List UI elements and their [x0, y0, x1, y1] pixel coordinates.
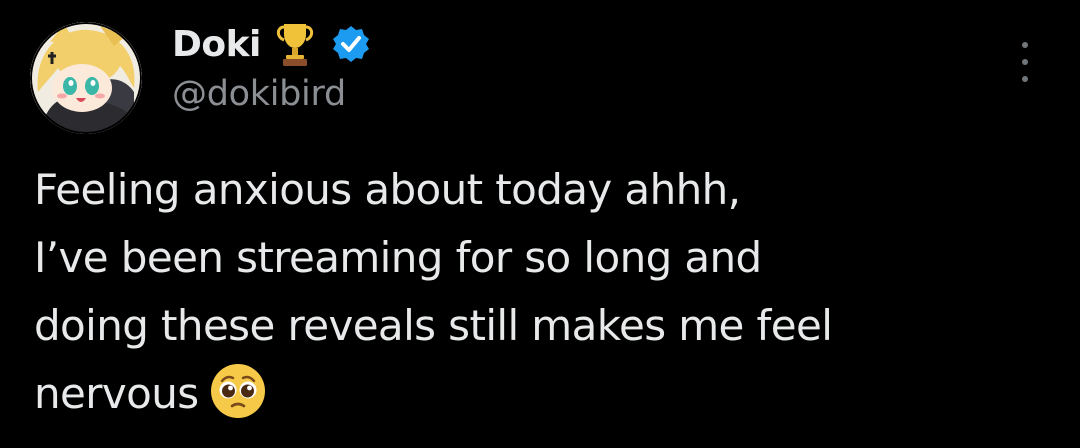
author-name-row: Doki	[172, 18, 371, 70]
avatar[interactable]	[30, 22, 142, 134]
verified-badge-icon	[332, 26, 369, 62]
more-options-icon[interactable]	[1010, 42, 1040, 82]
dot	[1022, 59, 1028, 65]
tweet-line-text: nervous	[34, 369, 199, 418]
avatar-image	[30, 22, 142, 134]
dot	[1022, 42, 1028, 48]
author-handle[interactable]: @dokibird	[172, 74, 346, 114]
trophy-icon	[276, 24, 314, 66]
tweet-line: doing these reveals still makes me feel	[34, 301, 833, 350]
pleading-face-emoji	[210, 363, 265, 418]
display-name[interactable]: Doki	[172, 24, 261, 65]
tweet-line-last: nervous	[34, 360, 1054, 428]
dot	[1022, 76, 1028, 82]
tweet-line: I’ve been streaming for so long and	[34, 233, 762, 282]
tweet-card: Doki @dokibird Feeling anxious about tod…	[0, 0, 1080, 448]
tweet-line: Feeling anxious about today ahhh,	[34, 165, 741, 214]
tweet-text: Feeling anxious about today ahhh, I’ve b…	[34, 156, 1054, 428]
